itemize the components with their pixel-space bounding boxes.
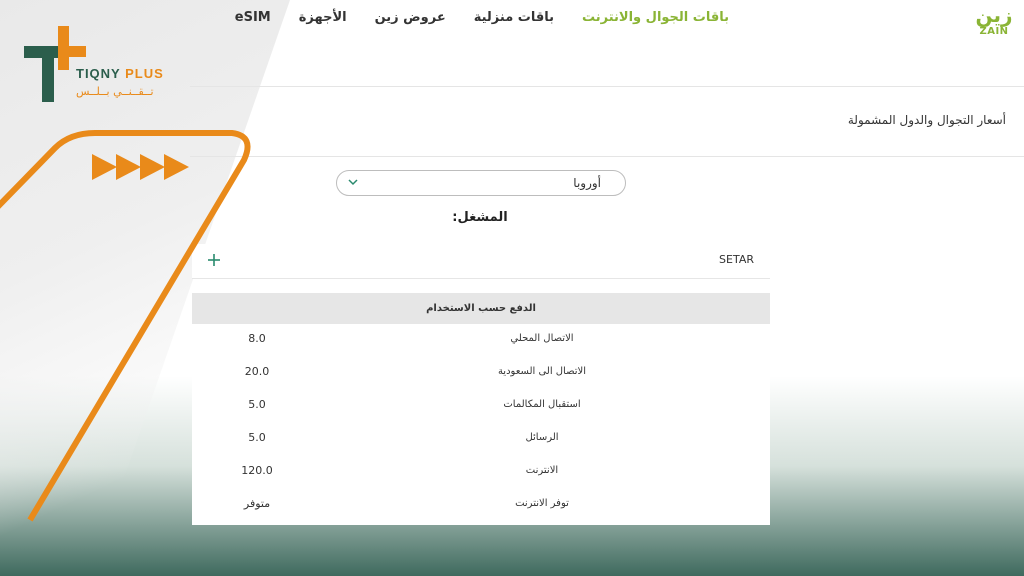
operator-name: SETAR [719, 253, 754, 266]
nav-item-zain-offers[interactable]: عروض زين [375, 10, 446, 25]
rate-value: 8.0 [248, 332, 266, 345]
nav-item-mobile-internet-packages[interactable]: باقات الجوال والانترنت [582, 10, 729, 25]
region-select-value: أوروبا [573, 176, 601, 190]
operator-accordion-setar[interactable]: SETAR [192, 244, 770, 279]
rate-label: الرسائل [525, 432, 559, 443]
rate-label: توفر الانترنت [515, 498, 569, 509]
header-divider [190, 86, 1024, 87]
region-select[interactable]: أوروبا [336, 170, 626, 196]
nav-item-home-packages[interactable]: باقات منزلية [474, 10, 554, 25]
zain-logo[interactable]: زين ZAIN [974, 4, 1014, 44]
rate-label: استقبال المكالمات [503, 399, 581, 410]
table-row: توفر الانترنت متوفر [192, 489, 770, 522]
rate-label: الاتصال الى السعودية [497, 366, 587, 377]
plus-icon[interactable] [206, 252, 222, 268]
chevron-down-icon [348, 179, 358, 186]
tiqny-latin-text: TIQNY PLUS [76, 66, 164, 81]
rate-label: الاتصال المحلي [510, 333, 574, 344]
table-row: الاتصال المحلي 8.0 [192, 324, 770, 357]
main-nav: باقات الجوال والانترنت باقات منزلية عروض… [235, 10, 729, 25]
rate-value: 120.0 [241, 464, 273, 477]
tiqny-arabic-text: تــقــنــي بــلــس [76, 85, 154, 98]
rate-value: متوفر [243, 497, 271, 510]
nav-item-esim[interactable]: eSIM [235, 10, 271, 25]
page: زين ZAIN باقات الجوال والانترنت باقات من… [0, 0, 1024, 576]
operator-label: المشغل: [452, 210, 508, 225]
rate-value: 5.0 [248, 398, 266, 411]
zain-logo-arabic: زين [975, 3, 1013, 27]
table-row: الانترنت 120.0 [192, 456, 770, 489]
nav-item-devices[interactable]: الأجهزة [299, 10, 347, 25]
page-title: أسعار التجوال والدول المشمولة [847, 113, 1006, 127]
rate-value: 5.0 [248, 431, 266, 444]
table-row: استقبال المكالمات 5.0 [192, 390, 770, 423]
plus-latin-word: PLUS [125, 66, 164, 81]
title-divider [190, 156, 1024, 157]
rates-table: الدفع حسب الاستخدام الاتصال المحلي 8.0 ا… [192, 293, 770, 525]
rate-value: 20.0 [244, 365, 270, 378]
zain-logo-latin: ZAIN [979, 26, 1009, 37]
tiqny-latin-word: TIQNY [76, 66, 121, 81]
table-row: الاتصال الى السعودية 20.0 [192, 357, 770, 390]
rate-label: الانترنت [525, 465, 559, 476]
table-row: الرسائل 5.0 [192, 423, 770, 456]
rates-table-header: الدفع حسب الاستخدام [192, 293, 770, 324]
